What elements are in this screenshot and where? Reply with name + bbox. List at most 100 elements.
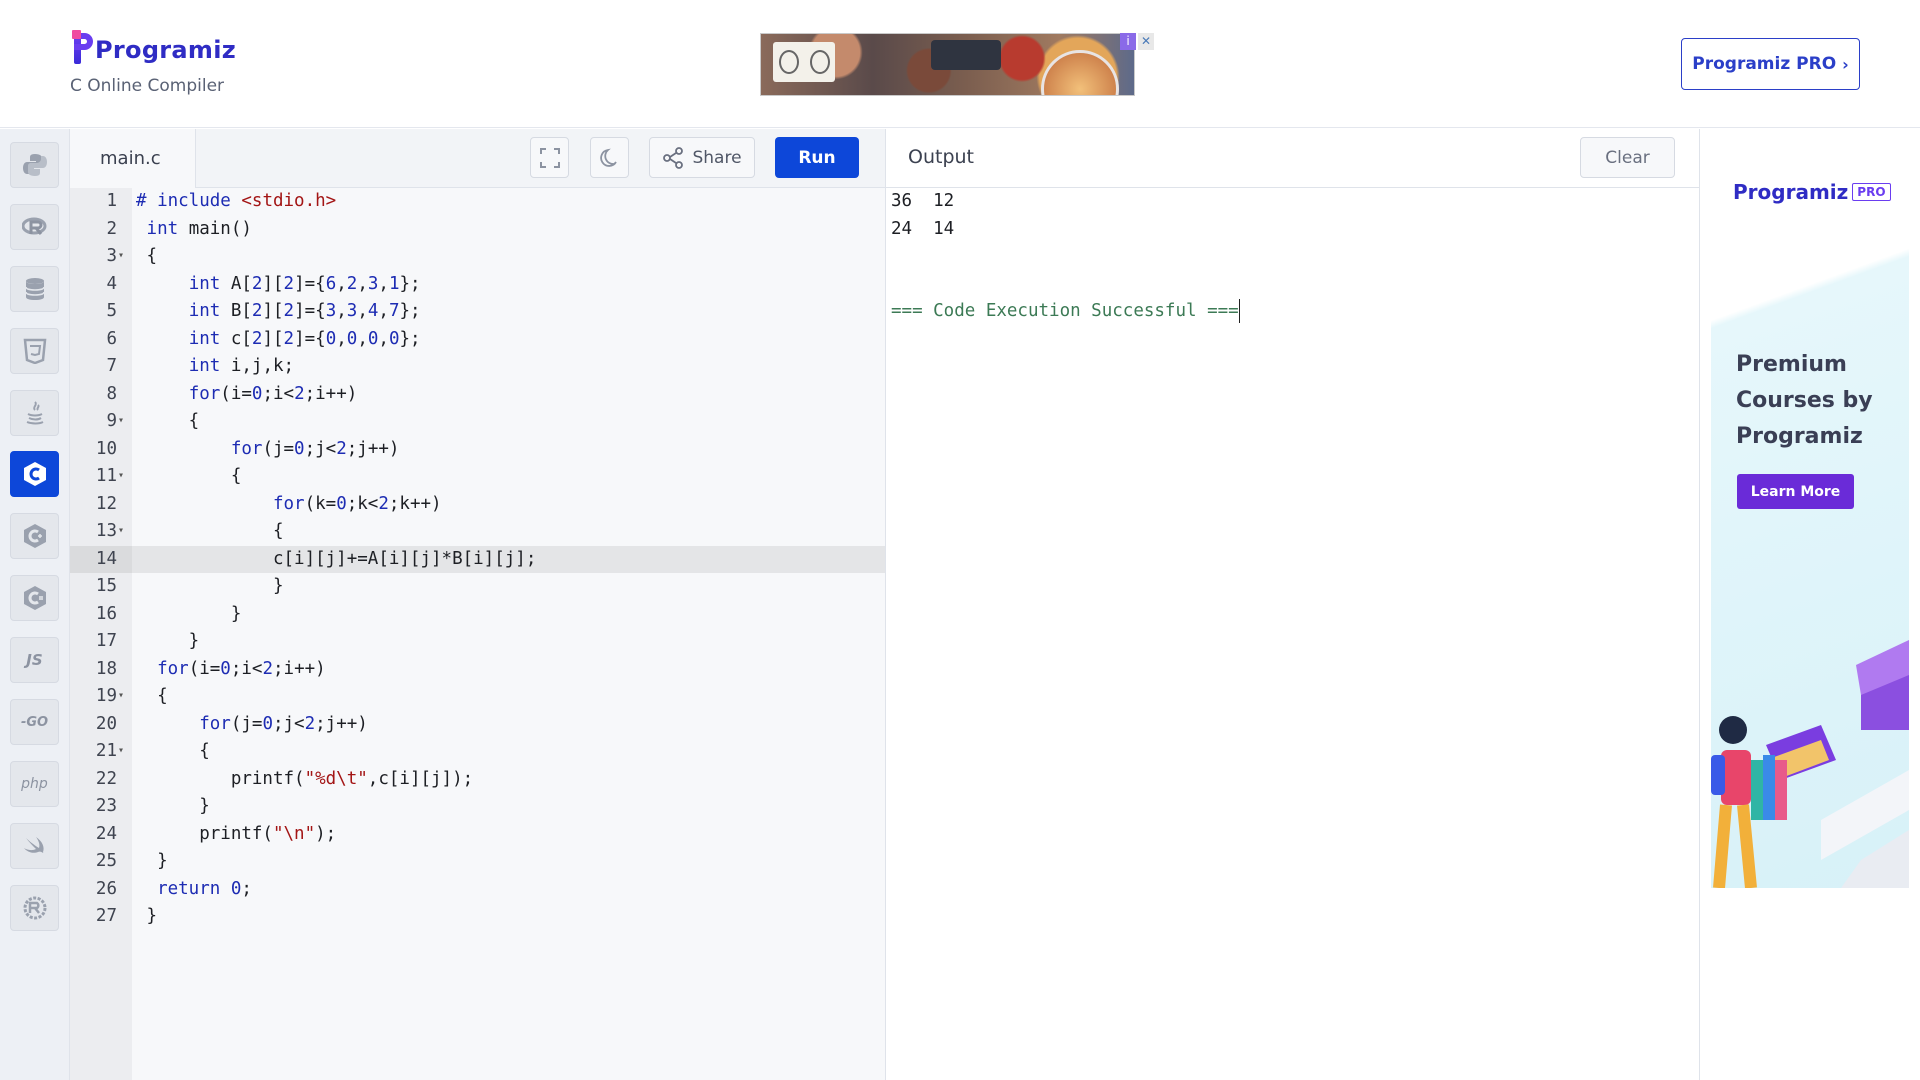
ad-info-icon[interactable]: i <box>1120 33 1136 50</box>
language-php-button[interactable]: php <box>10 761 59 807</box>
line-number: 14 <box>70 545 132 573</box>
html5-icon <box>23 338 46 364</box>
ad-image-bus <box>931 40 1001 70</box>
code-line[interactable]: 3 ▾ { <box>70 243 885 271</box>
java-icon <box>26 401 43 425</box>
code-line[interactable]: 22 printf("%d\t",c[i][j]); <box>70 766 885 794</box>
fold-toggle-icon[interactable]: ▾ <box>118 737 124 765</box>
output-console[interactable]: 36 12 24 14 === Code Execution Successfu… <box>891 188 1691 326</box>
r-icon <box>21 217 46 235</box>
fold-toggle-icon[interactable]: ▾ <box>118 407 124 435</box>
fold-toggle-icon[interactable]: ▾ <box>118 682 124 710</box>
code-line[interactable]: 21 ▾ { <box>70 738 885 766</box>
code-line[interactable]: 14 c[i][j]+=A[i][j]*B[i][j]; <box>70 545 885 573</box>
code-line[interactable]: 15 } <box>70 573 885 601</box>
line-number: 10 <box>95 438 117 459</box>
code-line[interactable]: 6 int c[2][2]={0,0,0,0}; <box>70 326 885 354</box>
learn-more-button[interactable]: Learn More <box>1737 474 1854 509</box>
line-number: 15 <box>95 576 117 596</box>
code-line[interactable]: 4 int A[2][2]={6,2,3,1}; <box>70 271 885 299</box>
output-title: Output <box>908 146 974 168</box>
run-button[interactable]: Run <box>775 137 859 178</box>
language-html-button[interactable] <box>10 328 59 374</box>
code-line[interactable]: 5 int B[2][2]={3,3,4,7}; <box>70 298 885 326</box>
code-area[interactable]: 1 # include <stdio.h> 2 int main() 3 ▾ {4 in… <box>70 188 885 1080</box>
language-sql-button[interactable] <box>10 266 59 312</box>
share-button[interactable]: Share <box>649 137 755 178</box>
programiz-logo-mark-icon <box>72 30 94 64</box>
code-text: int main() <box>146 218 252 239</box>
language-swift-button[interactable] <box>10 823 59 869</box>
line-number: 5 <box>106 301 117 321</box>
code-text: { <box>136 466 242 486</box>
language-cpp-button[interactable] <box>10 513 59 559</box>
line-number: 25 <box>95 851 117 871</box>
clear-button[interactable]: Clear <box>1580 137 1675 178</box>
line-number: 21 <box>95 741 117 761</box>
code-line[interactable]: 20 for(j=0;j<2;j++) <box>70 711 885 739</box>
line-number: 7 <box>106 356 117 376</box>
line-number: 16 <box>95 603 117 624</box>
language-c-button[interactable] <box>10 451 59 497</box>
code-text: for(k=0;k<2;k++) <box>272 493 442 514</box>
code-line[interactable]: 2 int main() <box>70 216 885 244</box>
language-rust-button[interactable] <box>10 885 59 931</box>
code-line[interactable]: 17 } <box>70 628 885 656</box>
language-go-button[interactable]: -GO <box>10 699 59 745</box>
line-number: 13 <box>95 521 117 541</box>
line-number: 19 <box>95 686 117 706</box>
language-csharp-button[interactable] <box>10 575 59 621</box>
code-line[interactable]: 18 for(i=0;i<2;i++) <box>70 656 885 684</box>
code-line[interactable]: 19 ▾ { <box>70 683 885 711</box>
code-text: printf("%d\t",c[i][j]); <box>136 768 474 789</box>
output-success-line: === Code Execution Successful === <box>891 298 1691 326</box>
code-line[interactable]: 8 for(i=0;i<2;i++) <box>70 381 885 409</box>
language-java-button[interactable] <box>10 390 59 436</box>
code-text: for(j=0;j<2;j++) <box>230 438 400 459</box>
code-line[interactable]: 11 ▾ { <box>70 463 885 491</box>
code-line[interactable]: 1 # include <stdio.h> <box>70 188 885 216</box>
student-illustration-icon <box>1711 640 1909 888</box>
language-sidebar: JS -GO php <box>0 129 70 1080</box>
code-line[interactable]: 7 int i,j,k; <box>70 353 885 381</box>
line-number: 18 <box>95 658 117 679</box>
csharp-icon <box>23 586 46 610</box>
code-line[interactable]: 27 } <box>70 903 885 931</box>
fold-toggle-icon[interactable]: ▾ <box>118 242 124 270</box>
programiz-logo[interactable]: Programiz <box>72 30 236 64</box>
code-line[interactable]: 10 for(j=0;j<2;j++) <box>70 436 885 464</box>
language-javascript-button[interactable]: JS <box>10 637 59 683</box>
line-number: 24 <box>95 823 117 844</box>
code-text: { <box>136 741 210 761</box>
code-text: } <box>136 603 242 624</box>
fold-toggle-icon[interactable]: ▾ <box>118 462 124 490</box>
code-text: } <box>136 576 284 596</box>
code-line[interactable]: 26 return 0; <box>70 876 885 904</box>
file-tab-main-c[interactable]: main.c <box>70 129 196 188</box>
python-icon <box>22 154 47 176</box>
code-line[interactable]: 9 ▾ { <box>70 408 885 436</box>
code-line[interactable]: 24 printf("\n"); <box>70 821 885 849</box>
fold-toggle-icon[interactable]: ▾ <box>118 517 124 545</box>
dark-mode-toggle[interactable] <box>590 137 629 178</box>
language-r-button[interactable] <box>10 204 59 250</box>
code-line[interactable]: 12 for(k=0;k<2;k++) <box>70 491 885 519</box>
ad-close-icon[interactable]: ✕ <box>1138 33 1154 50</box>
code-line[interactable]: 13 ▾ { <box>70 518 885 546</box>
execution-status: === Code Execution Successful === <box>891 301 1239 321</box>
side-ad-banner[interactable]: Programiz PRO Premium Courses by Program… <box>1711 140 1909 888</box>
side-ad-pro-badge: PRO <box>1852 183 1891 201</box>
programiz-pro-button[interactable]: Programiz PRO › <box>1681 38 1860 90</box>
code-text: } <box>136 631 200 651</box>
code-text: { <box>136 521 284 541</box>
output-pane: Output Clear 36 12 24 14 === Code Execut… <box>885 129 1700 1080</box>
code-line[interactable]: 23 } <box>70 793 885 821</box>
code-text: { <box>136 411 200 431</box>
code-line[interactable]: 16 } <box>70 601 885 629</box>
line-number: 8 <box>106 383 117 404</box>
code-line[interactable]: 25 } <box>70 848 885 876</box>
language-python-button[interactable] <box>10 142 59 188</box>
ad-banner[interactable] <box>760 33 1135 96</box>
fullscreen-button[interactable] <box>530 137 569 178</box>
